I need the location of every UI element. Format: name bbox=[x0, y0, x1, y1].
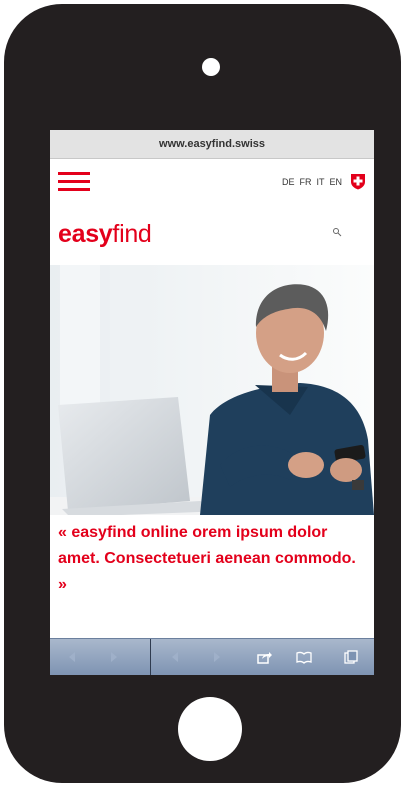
language-switcher: DE FR IT EN bbox=[282, 177, 342, 187]
swiss-flag-icon bbox=[351, 174, 365, 190]
logo-bold: easy bbox=[58, 220, 113, 248]
logo-light: find bbox=[112, 220, 152, 248]
search-icon[interactable] bbox=[332, 227, 344, 239]
quote-close: » bbox=[58, 576, 67, 593]
address-bar[interactable]: www.easyfind.swiss bbox=[50, 130, 374, 159]
back-icon[interactable] bbox=[167, 649, 183, 665]
lang-en[interactable]: EN bbox=[329, 177, 342, 187]
lang-it[interactable]: IT bbox=[316, 177, 324, 187]
hero-quote: « easyfind online orem ipsum dolor amet.… bbox=[58, 520, 368, 598]
phone-frame: www.easyfind.swiss DE FR IT EN easyfind bbox=[4, 4, 401, 783]
camera-icon bbox=[202, 58, 220, 76]
quote-open: « bbox=[58, 524, 72, 541]
quote-brand: easyfind bbox=[71, 524, 137, 541]
hero-image bbox=[50, 265, 374, 515]
forward-icon[interactable] bbox=[106, 649, 122, 665]
back-icon[interactable] bbox=[64, 649, 80, 665]
forward-icon[interactable] bbox=[209, 649, 225, 665]
home-button[interactable] bbox=[178, 697, 242, 761]
toolbar-divider bbox=[150, 639, 151, 675]
lang-de[interactable]: DE bbox=[282, 177, 295, 187]
share-icon[interactable] bbox=[256, 649, 272, 665]
browser-toolbar bbox=[50, 638, 374, 675]
menu-icon[interactable] bbox=[58, 172, 90, 192]
site-logo[interactable]: easyfind bbox=[58, 220, 152, 249]
phone-screen: www.easyfind.swiss DE FR IT EN easyfind bbox=[50, 130, 374, 675]
url-text: www.easyfind.swiss bbox=[159, 138, 265, 150]
bookmarks-icon[interactable] bbox=[296, 649, 312, 665]
lang-fr[interactable]: FR bbox=[299, 177, 311, 187]
tabs-icon[interactable] bbox=[343, 649, 359, 665]
